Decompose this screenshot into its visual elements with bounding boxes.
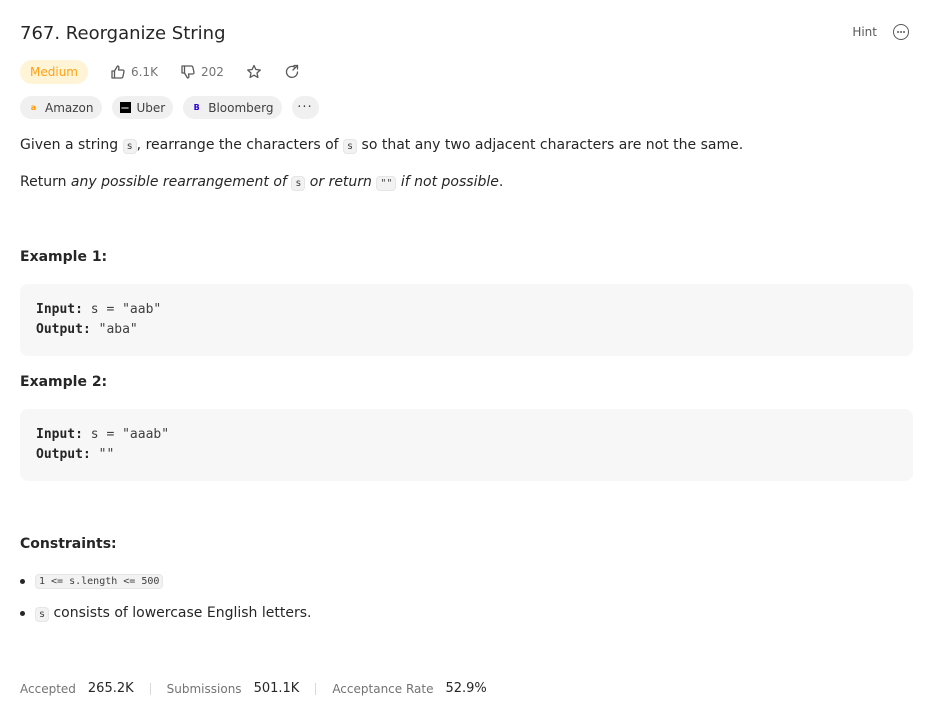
likes-count: 6.1K — [130, 65, 158, 79]
submissions-label: Submissions — [166, 681, 242, 696]
inline-code: s — [291, 176, 306, 191]
text: . — [498, 174, 504, 190]
text: Return — [20, 174, 71, 190]
thumbs-down-icon — [181, 65, 195, 79]
tag-label: Uber — [136, 100, 166, 115]
accepted-label: Accepted — [20, 681, 76, 696]
input-value: s = "aaab" — [82, 427, 170, 442]
description-paragraph-2: Return any possible rearrangement of s o… — [20, 174, 504, 191]
difficulty-badge: Medium — [20, 60, 88, 84]
constraint-item: 1 <= s.length <= 500 — [20, 574, 164, 589]
example-output-line: Output: "aba" — [36, 322, 138, 337]
emphasis-text: any possible rearrangement of — [70, 174, 292, 190]
text: so that any two adjacent characters are … — [357, 137, 744, 153]
tag-amazon[interactable]: a Amazon — [20, 96, 102, 119]
output-label: Output: — [36, 322, 91, 337]
input-label: Input: — [36, 302, 83, 317]
output-value: "aba" — [90, 322, 138, 337]
inline-code: s — [343, 139, 358, 154]
dislikes-count: 202 — [200, 65, 224, 79]
submission-stats: Accepted 265.2K Submissions 501.1K Accep… — [20, 681, 487, 696]
inline-code: 1 <= s.length <= 500 — [35, 574, 164, 589]
constraints-heading: Constraints: — [20, 536, 117, 552]
emphasis-text: if not possible — [396, 174, 499, 190]
bullet — [20, 610, 25, 616]
company-tags: a Amazon — Uber B Bloomberg ··· — [20, 96, 319, 119]
example-2-heading: Example 2: — [20, 374, 108, 390]
amazon-logo-icon: a — [30, 103, 37, 112]
meta-row: Medium 6.1K 202 — [20, 59, 300, 85]
refresh-share-icon — [285, 64, 298, 78]
share-button[interactable] — [284, 64, 300, 80]
description-paragraph-1: Given a string s, rearrange the characte… — [20, 137, 744, 154]
accepted-value: 265.2K — [87, 681, 134, 696]
input-value: s = "aab" — [82, 302, 162, 317]
input-label: Input: — [36, 427, 83, 442]
tag-uber[interactable]: — Uber — [111, 96, 174, 119]
star-icon — [246, 64, 261, 79]
output-label: Output: — [36, 447, 91, 462]
hint-button[interactable]: Hint — [852, 25, 877, 39]
emphasis-text: or return — [305, 174, 377, 190]
thumbs-up-icon — [111, 65, 125, 79]
divider — [149, 682, 151, 695]
bullet — [20, 579, 25, 584]
title-row: 767. Reorganize String Hint — [20, 21, 913, 49]
more-options-icon[interactable] — [893, 24, 909, 40]
top-actions: Hint — [852, 24, 909, 40]
inline-code: s — [35, 607, 50, 622]
example-1-heading: Example 1: — [20, 249, 108, 265]
problem-title: 767. Reorganize String — [20, 23, 226, 44]
more-tags-button[interactable]: ··· — [291, 96, 319, 119]
constraint-item: s consists of lowercase English letters. — [20, 605, 312, 622]
tag-bloomberg[interactable]: B Bloomberg — [183, 96, 282, 119]
acceptance-rate-label: Acceptance Rate — [332, 681, 434, 696]
dislike-button[interactable]: 202 — [180, 64, 224, 80]
text: Given a string — [20, 137, 123, 153]
acceptance-rate-value: 52.9% — [445, 681, 487, 696]
favorite-button[interactable] — [246, 64, 262, 80]
tag-label: Amazon — [45, 100, 94, 115]
inline-code: "" — [376, 176, 397, 191]
bloomberg-logo-icon: B — [193, 103, 200, 112]
divider — [315, 682, 317, 695]
example-2-code-block: Input: s = "aaab" Output: "" — [20, 409, 913, 481]
example-1-code-block: Input: s = "aab" Output: "aba" — [20, 284, 913, 356]
constraint-text: s consists of lowercase English letters. — [35, 605, 312, 622]
inline-code: s — [122, 139, 137, 154]
uber-logo-icon: — — [119, 102, 131, 113]
text: consists of lowercase English letters. — [49, 605, 312, 621]
tag-label: Bloomberg — [208, 100, 274, 115]
text: , rearrange the characters of — [136, 137, 344, 153]
submissions-value: 501.1K — [253, 681, 300, 696]
example-output-line: Output: "" — [36, 447, 114, 462]
example-input-line: Input: s = "aaab" — [36, 427, 169, 442]
like-button[interactable]: 6.1K — [110, 64, 158, 80]
output-value: "" — [90, 447, 115, 462]
example-input-line: Input: s = "aab" — [36, 302, 161, 317]
